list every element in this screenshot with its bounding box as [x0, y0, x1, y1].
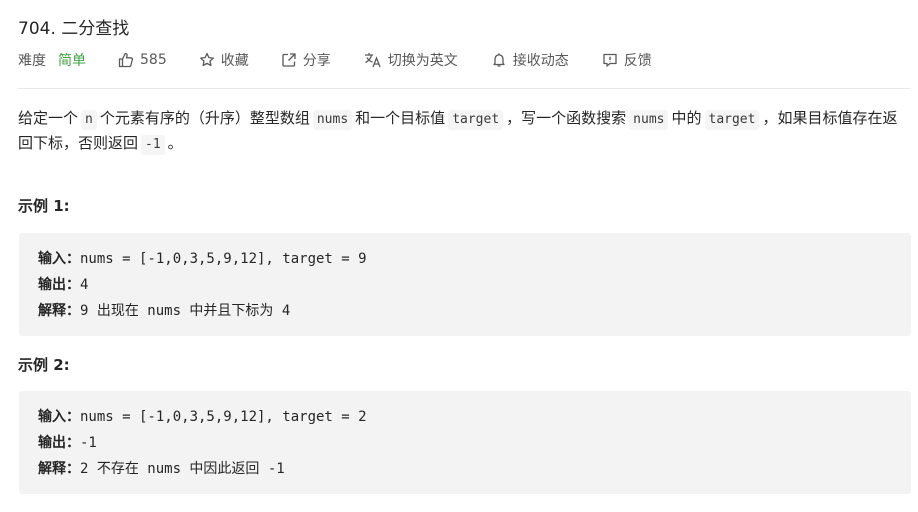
code-nums: nums — [629, 110, 669, 130]
desc-text: 给定一个 — [18, 109, 79, 127]
explain-value: 2 不存在 nums 中因此返回 -1 — [80, 461, 285, 477]
desc-text: 。 — [167, 134, 183, 152]
desc-text: 个元素有序的（升序）整型数组 — [99, 109, 310, 127]
difficulty-label: 难度 — [18, 53, 46, 69]
code-nums: nums — [312, 110, 353, 130]
feedback-button[interactable]: 反馈 — [602, 50, 652, 70]
example-output-line: 输出：4 — [38, 272, 911, 298]
translate-icon — [364, 53, 381, 68]
example-output-line: 输出：-1 — [38, 430, 911, 456]
desc-text: ，写一个函数搜索 — [506, 109, 627, 127]
bell-icon — [493, 53, 505, 67]
code-target: target — [704, 110, 760, 130]
share-icon — [282, 53, 296, 67]
example-1-title: 示例 1: — [18, 197, 70, 215]
example-2-block: 输入：nums = [-1,0,3,5,9,12], target = 2 输出… — [19, 391, 911, 494]
input-key: 输入： — [38, 251, 80, 267]
feedback-label: 反馈 — [623, 53, 652, 69]
star-icon — [199, 52, 214, 67]
translate-label: 切换为英文 — [387, 53, 458, 69]
favorite-label: 收藏 — [220, 53, 249, 69]
example-explain-line: 解释：9 出现在 nums 中并且下标为 4 — [38, 298, 911, 324]
explain-value: 9 出现在 nums 中并且下标为 4 — [80, 303, 291, 319]
difficulty-badge: 简单 — [58, 53, 86, 69]
subscribe-label: 接收动态 — [512, 53, 569, 69]
explain-key: 解释： — [38, 303, 80, 319]
code-n: n — [81, 110, 97, 130]
share-label: 分享 — [302, 53, 331, 69]
input-key: 输入： — [38, 409, 80, 425]
problem-description: 给定一个 n 个元素有序的（升序）整型数组 nums 和一个目标值 target ，写一个函… — [18, 106, 910, 156]
output-key: 输出： — [38, 277, 80, 293]
example-input-line: 输入：nums = [-1,0,3,5,9,12], target = 9 — [38, 246, 911, 272]
example-explain-line: 解释：2 不存在 nums 中因此返回 -1 — [38, 456, 911, 482]
explain-key: 解释： — [38, 461, 80, 477]
desc-text: 和一个目标值 — [355, 109, 446, 127]
thumbs-up-icon — [118, 52, 134, 68]
like-button[interactable]: 585 — [118, 52, 167, 68]
translate-button[interactable]: 切换为英文 — [364, 50, 458, 70]
output-value: 4 — [80, 277, 89, 293]
subscribe-button[interactable]: 接收动态 — [491, 50, 569, 70]
feedback-icon — [603, 53, 617, 67]
problem-meta-bar: 难度 简单 585 收藏 分享 切换为英文 接收动态 反馈 — [18, 50, 652, 70]
example-1-block: 输入：nums = [-1,0,3,5,9,12], target = 9 输出… — [19, 233, 911, 336]
code-target: target — [448, 110, 504, 130]
example-2-title: 示例 2: — [18, 356, 70, 374]
share-button[interactable]: 分享 — [281, 50, 331, 70]
input-value: nums = [-1,0,3,5,9,12], target = 9 — [80, 251, 367, 267]
example-input-line: 输入：nums = [-1,0,3,5,9,12], target = 2 — [38, 404, 911, 430]
code-neg1: -1 — [141, 135, 165, 155]
favorite-button[interactable]: 收藏 — [199, 50, 249, 70]
output-key: 输出： — [38, 435, 80, 451]
input-value: nums = [-1,0,3,5,9,12], target = 2 — [80, 409, 367, 425]
output-value: -1 — [80, 435, 97, 451]
header-divider — [18, 88, 910, 89]
problem-title: 704. 二分查找 — [18, 19, 130, 39]
like-count: 585 — [140, 52, 167, 68]
desc-text: 中的 — [671, 109, 702, 127]
